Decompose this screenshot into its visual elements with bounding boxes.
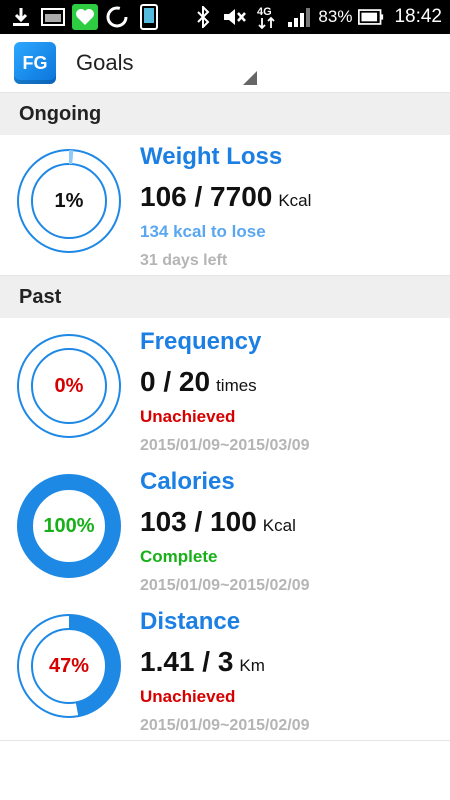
battery-icon [358,4,384,30]
goal-period: 2015/01/09~2015/03/09 [140,437,310,454]
signal-icon [286,4,312,30]
goal-period: 2015/01/09~2015/02/09 [140,717,310,734]
goal-status: 134 kcal to lose [140,222,266,241]
svg-text:4G: 4G [257,6,272,18]
goal-value: 1.41 / 3 Km [140,646,265,678]
goal-card-frequency[interactable]: 0% Frequency 0 / 20 times Unachieved 2015… [0,320,450,461]
progress-percent: 0% [54,374,84,397]
goal-value: 103 / 100 Kcal [140,506,296,538]
section-title: Past [19,286,62,308]
goal-value: 106 / 7700 Kcal [140,181,311,213]
status-bar-system: 4G 83% 18:42 [190,4,442,30]
goal-status: Unachieved [140,687,236,706]
health-app-icon [72,4,98,30]
phone-icon [136,4,162,30]
progress-percent: 100% [43,514,95,537]
bluetooth-icon [190,4,216,30]
page-title-spinner[interactable]: Goals [76,50,133,76]
image-icon [40,4,66,30]
goal-card-weight-loss[interactable]: 1% Weight Loss 106 / 7700 Kcal 134 kcal t… [0,135,450,276]
battery-percent: 83% [318,7,353,26]
spinner-indicator-icon[interactable] [243,71,257,85]
progress-percent: 1% [54,189,84,212]
goal-value-number: 1.41 / 3 [140,646,234,677]
goal-title: Weight Loss [140,143,283,170]
clock: 18:42 [394,6,442,27]
status-bar-notifications [8,4,162,30]
goal-value-number: 0 / 20 [140,366,211,397]
section-title: Ongoing [19,103,102,125]
goal-title: Frequency [140,328,262,355]
progress-percent: 47% [48,654,90,677]
sync-icon [104,4,130,30]
goal-unit: times [216,376,257,395]
goal-unit: Kcal [278,191,312,210]
network-4g-icon: 4G [254,4,280,30]
goal-value: 0 / 20 times [140,366,257,398]
goal-days-left: 31 days left [140,252,228,269]
mute-icon [222,4,248,30]
goal-status: Unachieved [140,407,236,426]
goal-value-number: 106 / 7700 [140,181,273,212]
goal-unit: Km [239,656,265,675]
section-header-ongoing: Ongoing [0,93,450,135]
action-bar: FG Goals [0,34,450,93]
goal-title: Distance [140,608,241,635]
goal-period: 2015/01/09~2015/02/09 [140,577,310,594]
goal-unit: Kcal [262,516,296,535]
download-icon [8,4,34,30]
goal-title: Calories [140,468,235,495]
app-logo-icon[interactable]: FG [14,42,56,84]
goal-status: Complete [140,547,218,566]
status-bar: 4G 83% 18:42 [0,0,450,34]
goal-card-calories[interactable]: 100% Calories 103 / 100 Kcal Complete 201… [0,460,450,601]
section-header-past: Past [0,276,450,318]
goal-card-distance[interactable]: 47% Distance 1.41 / 3 Km Unachieved 2015/… [0,600,450,741]
goal-value-number: 103 / 100 [140,506,257,537]
